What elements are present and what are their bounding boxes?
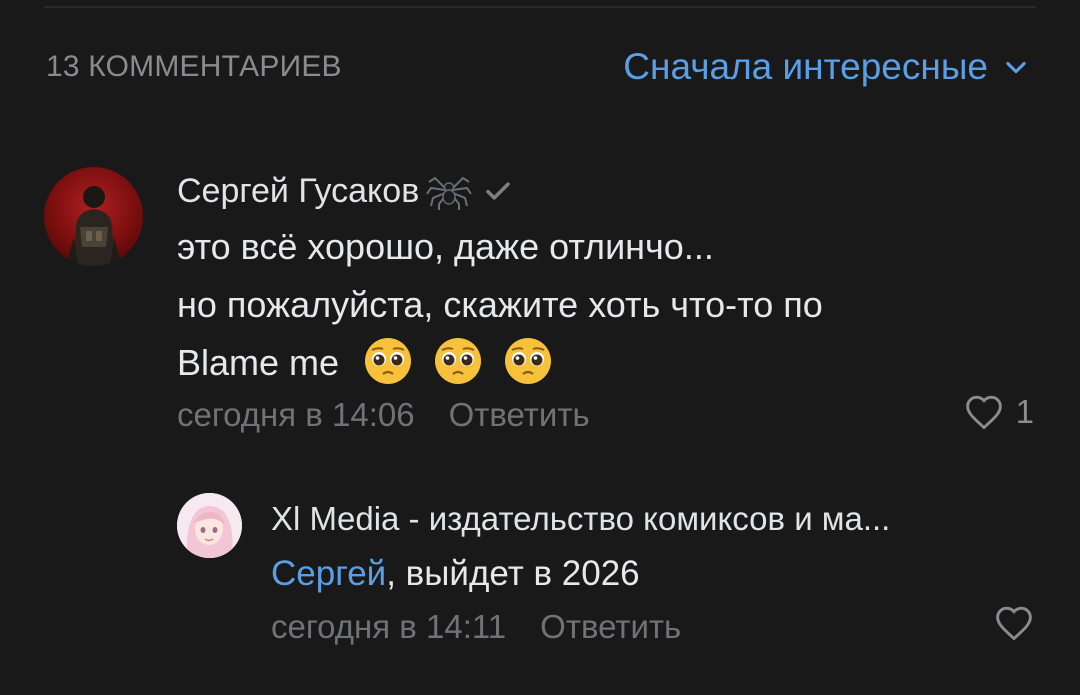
like-count: 1 — [1015, 393, 1034, 430]
comment-meta: сегодня в 14:06 Ответить — [177, 396, 590, 434]
reply-author[interactable]: Xl Media - издательство комиксов и ма... — [271, 500, 890, 538]
sort-label: Сначала интересные — [623, 46, 988, 87]
like-button[interactable] — [994, 605, 1034, 641]
mention-link[interactable]: Сергей — [271, 554, 386, 593]
reply-time: сегодня в 14:11 — [271, 608, 507, 645]
reply-text: Сергей, выйдет в 2026 — [271, 554, 640, 593]
top-divider — [44, 6, 1036, 8]
reply-button[interactable]: Ответить — [449, 396, 590, 434]
checkmark-icon — [486, 182, 511, 200]
like-button[interactable]: 1 — [964, 393, 1034, 431]
avatar-figure — [177, 493, 242, 558]
avatar-figure — [66, 186, 122, 266]
pleading-face-emoji — [505, 338, 552, 385]
sort-dropdown[interactable]: Сначала интересные — [623, 46, 1030, 88]
avatar[interactable] — [44, 167, 143, 266]
pleading-face-emoji — [435, 338, 482, 385]
pleading-face-emoji — [365, 338, 412, 385]
comment-time: сегодня в 14:06 — [177, 396, 415, 433]
avatar[interactable] — [177, 493, 242, 558]
spider-icon — [426, 176, 473, 210]
chevron-down-icon — [1006, 61, 1026, 74]
comment-author[interactable]: Сергей Гусаков — [177, 170, 513, 212]
heart-icon — [965, 395, 1002, 430]
comment-text: это всё хорошо, даже отлинчо... но пожал… — [177, 218, 823, 392]
comments-count: 13 КОММЕНТАРИЕВ — [46, 50, 342, 83]
heart-icon — [996, 606, 1032, 641]
reply-meta: сегодня в 14:11 Ответить — [271, 608, 681, 646]
reply-button[interactable]: Ответить — [540, 608, 681, 646]
